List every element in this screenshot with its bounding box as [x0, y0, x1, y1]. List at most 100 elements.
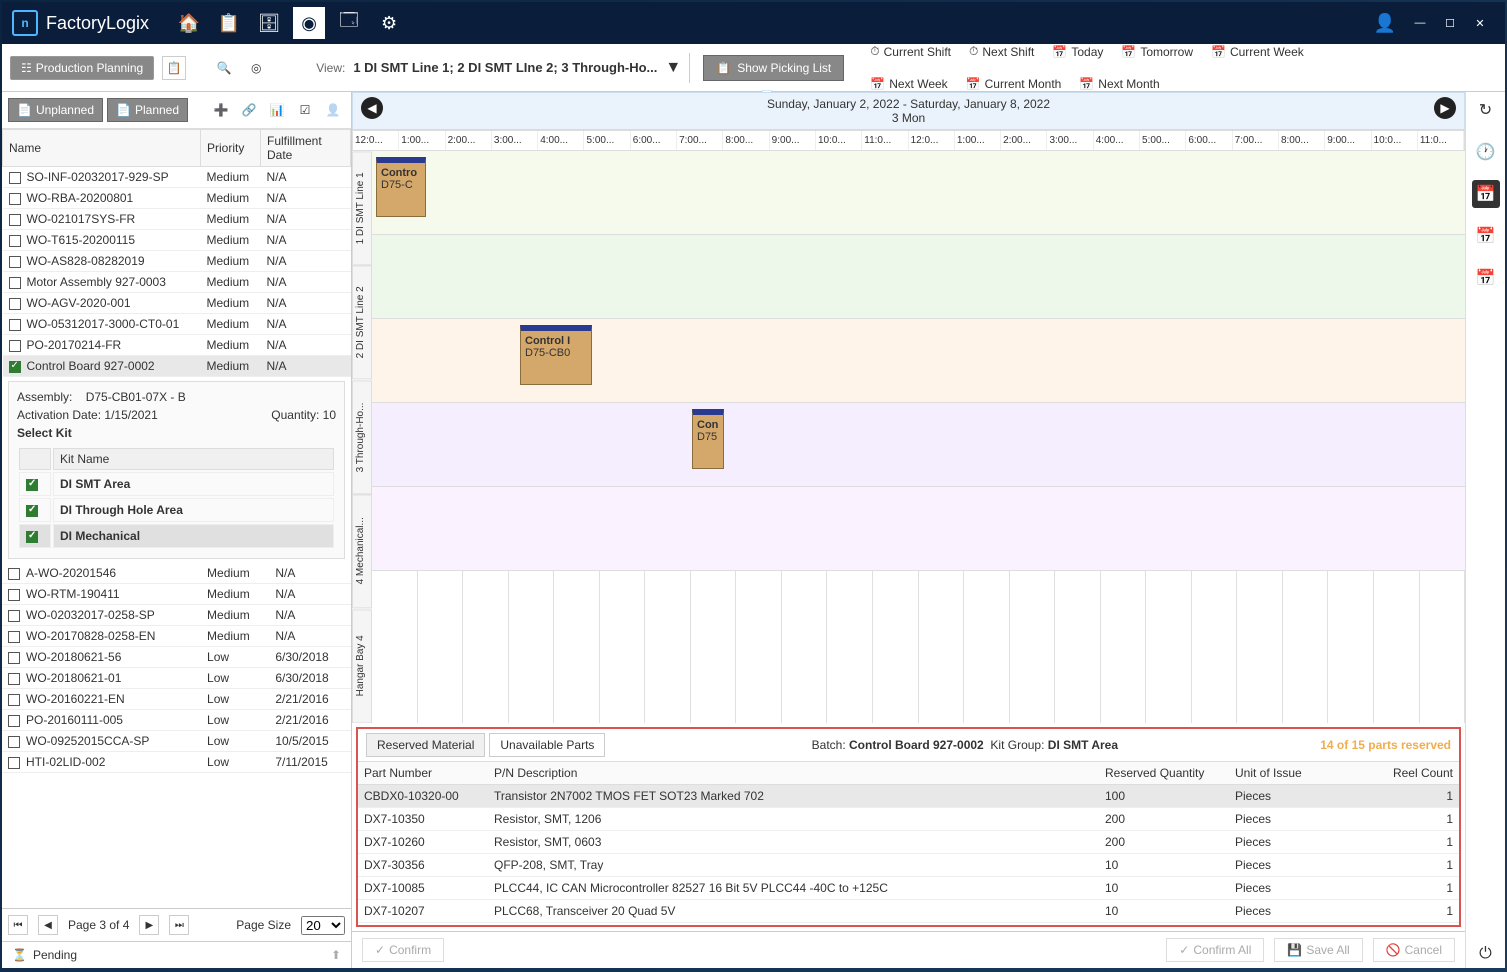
bp-col[interactable]: Reserved Quantity	[1099, 762, 1229, 785]
checkbox[interactable]	[9, 193, 21, 205]
order-row[interactable]: WO-021017SYS-FRMediumN/A	[3, 209, 351, 230]
gantt-prev[interactable]: ◀	[361, 97, 383, 119]
user-icon[interactable]: 👤	[1369, 7, 1401, 39]
quick-next-shift[interactable]: ⏱Next Shift	[969, 44, 1034, 59]
checkbox[interactable]	[9, 172, 21, 184]
gantt-lane[interactable]: ControD75-C	[372, 151, 1465, 235]
checkbox[interactable]	[8, 610, 20, 622]
tab-planned[interactable]: 📄 Planned	[107, 98, 188, 122]
order-row[interactable]: WO-T615-20200115MediumN/A	[3, 230, 351, 251]
gantt-lane[interactable]: Control ID75-CB0	[372, 319, 1465, 403]
checkbox[interactable]	[8, 715, 20, 727]
quick-today[interactable]: 📅Today	[1052, 44, 1103, 59]
checkbox[interactable]	[9, 298, 21, 310]
order-row[interactable]: WO-02032017-0258-SPMediumN/A	[2, 605, 351, 626]
checkbox[interactable]	[9, 235, 21, 247]
calendar-day-icon[interactable]: 📅	[1472, 180, 1500, 208]
checkbox[interactable]	[9, 214, 21, 226]
checkbox[interactable]	[9, 361, 21, 373]
nav-gear-icon[interactable]: ⚙	[373, 7, 405, 39]
tab-unplanned[interactable]: 📄 Unplanned	[8, 98, 103, 122]
target-icon[interactable]: ◎	[244, 56, 268, 80]
order-row[interactable]: PO-20160111-005Low2/21/2016	[2, 710, 351, 731]
page-last[interactable]: ⏭	[169, 915, 189, 935]
checkbox[interactable]	[8, 589, 20, 601]
window-maximize[interactable]: ☐	[1435, 17, 1465, 30]
gantt-lane[interactable]	[372, 487, 1465, 571]
order-row[interactable]: WO-20180621-01Low6/30/2018	[2, 668, 351, 689]
col-priority[interactable]: Priority	[201, 130, 261, 167]
checkbox[interactable]	[9, 277, 21, 289]
quick-next-month[interactable]: 📅Next Month	[1079, 77, 1159, 91]
quick-current-month[interactable]: 📅Current Month	[966, 77, 1062, 91]
nav-db-icon[interactable]: 🗄	[253, 7, 285, 39]
checkbox[interactable]	[8, 757, 20, 769]
order-row[interactable]: WO-09252015CCA-SPLow10/5/2015	[2, 731, 351, 752]
refresh-icon[interactable]: ↻	[1472, 96, 1500, 124]
link-icon[interactable]: 🔗	[237, 98, 261, 122]
checkbox[interactable]	[26, 479, 38, 491]
confirm-button[interactable]: ✓ Confirm	[362, 938, 444, 962]
gantt-lane[interactable]: ConD75	[372, 403, 1465, 487]
window-close[interactable]: ✕	[1465, 17, 1495, 30]
order-row[interactable]: SO-INF-02032017-929-SPMediumN/A	[3, 167, 351, 188]
part-row[interactable]: CBDX0-10320-00Transistor 2N7002 TMOS FET…	[358, 785, 1459, 808]
production-planning-button[interactable]: ☷ Production Planning	[10, 56, 154, 80]
part-row[interactable]: DX7-10085PLCC44, IC CAN Microcontroller …	[358, 877, 1459, 900]
checkbox[interactable]	[8, 568, 20, 580]
toggle-icon[interactable]: ⏻	[1472, 940, 1500, 968]
nav-home-icon[interactable]: 🏠	[173, 7, 205, 39]
gantt-next[interactable]: ▶	[1434, 97, 1456, 119]
clock-icon[interactable]: 🕐	[1472, 138, 1500, 166]
order-row[interactable]: WO-RTM-190411MediumN/A	[2, 584, 351, 605]
bp-col[interactable]: P/N Description	[488, 762, 1099, 785]
order-row[interactable]: WO-AS828-08282019MediumN/A	[3, 251, 351, 272]
save-all-button[interactable]: 💾 Save All	[1274, 938, 1362, 962]
order-row[interactable]: HTI-02LID-002Low7/11/2015	[2, 752, 351, 773]
order-row[interactable]: WO-AGV-2020-001MediumN/A	[3, 293, 351, 314]
confirm-all-button[interactable]: ✓ Confirm All	[1166, 938, 1264, 962]
order-row[interactable]: WO-20160221-ENLow2/21/2016	[2, 689, 351, 710]
page-next[interactable]: ▶	[139, 915, 159, 935]
nav-globe-icon[interactable]: ◉	[293, 7, 325, 39]
clipboard-icon[interactable]: 📋	[162, 56, 186, 80]
checkbox[interactable]	[26, 531, 38, 543]
part-row[interactable]: DX7-10260Resistor, SMT, 0603200Pieces1	[358, 831, 1459, 854]
order-row[interactable]: PO-20170214-FRMediumN/A	[3, 335, 351, 356]
sheet-icon[interactable]: 📊	[265, 98, 289, 122]
order-row[interactable]: WO-20180621-56Low6/30/2018	[2, 647, 351, 668]
checkbox[interactable]	[8, 673, 20, 685]
col-fulfillment[interactable]: Fulfillment Date	[261, 130, 351, 167]
nav-list-icon[interactable]: 📋	[213, 7, 245, 39]
checkbox[interactable]	[8, 694, 20, 706]
order-row[interactable]: WO-RBA-20200801MediumN/A	[3, 188, 351, 209]
part-row[interactable]: DX7-30356QFP-208, SMT, Tray10Pieces1	[358, 854, 1459, 877]
checkbox[interactable]	[9, 340, 21, 352]
show-picking-list-button[interactable]: 📋 Show Picking List	[703, 55, 844, 81]
gantt-task[interactable]: ControD75-C	[376, 157, 426, 217]
checkbox[interactable]	[8, 631, 20, 643]
checkbox[interactable]	[26, 505, 38, 517]
bp-col[interactable]: Part Number	[358, 762, 488, 785]
quick-tomorrow[interactable]: 📅Tomorrow	[1121, 44, 1193, 59]
upload-icon[interactable]: ⬆	[331, 948, 341, 962]
checkbox[interactable]	[9, 319, 21, 331]
gantt-lane[interactable]	[372, 235, 1465, 319]
bp-col[interactable]: Unit of Issue	[1229, 762, 1359, 785]
kit-row[interactable]: DI Mechanical	[19, 524, 334, 548]
search-icon[interactable]: 🔍	[212, 56, 236, 80]
calendar-week-icon[interactable]: 📅	[1472, 222, 1500, 250]
add-icon[interactable]: ➕	[209, 98, 233, 122]
check-icon[interactable]: ☑	[293, 98, 317, 122]
kit-row[interactable]: DI SMT Area	[19, 472, 334, 496]
bp-col[interactable]: Reel Count	[1359, 762, 1459, 785]
gantt-task[interactable]: Control ID75-CB0	[520, 325, 592, 385]
kit-row[interactable]: DI Through Hole Area	[19, 498, 334, 522]
quick-current-week[interactable]: 📅Current Week	[1211, 44, 1304, 59]
checkbox[interactable]	[9, 256, 21, 268]
quick-next-week[interactable]: 📅Next Week	[870, 77, 947, 91]
nav-window-icon[interactable]: 🗔	[333, 7, 365, 39]
order-row[interactable]: WO-05312017-3000-CT0-01MediumN/A	[3, 314, 351, 335]
calendar-month-icon[interactable]: 📅	[1472, 264, 1500, 292]
page-first[interactable]: ⏮	[8, 915, 28, 935]
